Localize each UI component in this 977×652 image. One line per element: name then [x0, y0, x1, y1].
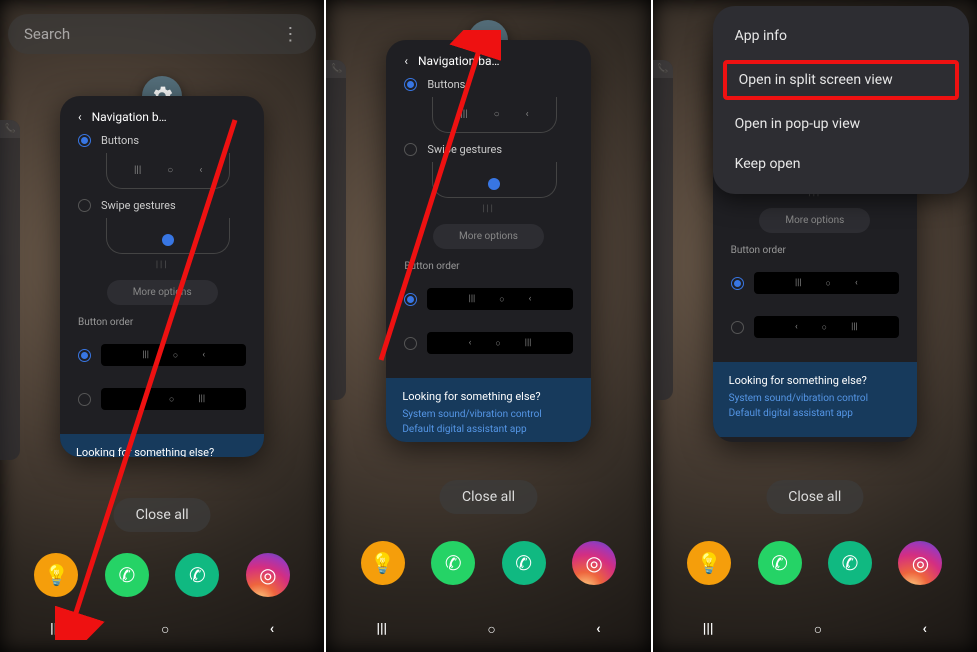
- link-sound-vibration[interactable]: System sound/vibration control: [402, 409, 574, 420]
- close-all-button[interactable]: Close all: [114, 498, 211, 532]
- suggestions-panel: Looking for something else? System sound…: [386, 378, 590, 442]
- menu-keep-open[interactable]: Keep open: [713, 144, 969, 184]
- sliver-statusbar: ⋮ 📞: [651, 60, 673, 78]
- instagram-icon[interactable]: ◎: [246, 553, 290, 597]
- option-swipe[interactable]: Swipe gestures: [78, 199, 246, 212]
- option-buttons[interactable]: Buttons: [78, 134, 246, 147]
- app-dock: 💡 ✆ ✆ ◎: [326, 538, 650, 588]
- menu-app-info[interactable]: App info: [713, 16, 969, 56]
- suggestions-panel: Looking for something else? System sound…: [713, 362, 917, 437]
- radio-on-icon: [731, 277, 744, 290]
- whatsapp-icon[interactable]: ✆: [758, 541, 802, 585]
- order-option-1[interactable]: |||○‹: [404, 282, 572, 316]
- order-option-2[interactable]: ‹○|||: [404, 326, 572, 360]
- gesture-handle-preview: |||: [78, 260, 246, 270]
- radio-off-icon: [404, 143, 417, 156]
- recents-key[interactable]: |||: [50, 621, 61, 637]
- more-options-button[interactable]: More options: [433, 224, 544, 249]
- order-option-2[interactable]: ‹○|||: [78, 382, 246, 416]
- home-key[interactable]: ○: [161, 621, 169, 638]
- option-buttons[interactable]: Buttons: [404, 78, 572, 91]
- suggestions-panel: Looking for something else? System sound…: [60, 434, 264, 457]
- phone-icon[interactable]: ✆: [828, 541, 872, 585]
- gesture-handle-preview: |||: [404, 204, 572, 214]
- radio-on-icon: [78, 134, 91, 147]
- whatsapp-icon[interactable]: ✆: [105, 553, 149, 597]
- button-order-label: Button order: [731, 245, 899, 256]
- app-context-menu[interactable]: App info Open in split screen view Open …: [713, 6, 969, 194]
- close-all-button[interactable]: Close all: [440, 480, 537, 514]
- phone-icon[interactable]: ✆: [502, 541, 546, 585]
- radio-on-icon: [404, 78, 417, 91]
- option-swipe[interactable]: Swipe gestures: [404, 143, 572, 156]
- radio-on-icon: [78, 349, 91, 362]
- screenshot-step-2: ⋮ 📞 ‹ Navigation ba… Buttons |||○‹ Swipe…: [324, 0, 650, 652]
- radio-off-icon: [731, 321, 744, 334]
- more-options-button[interactable]: More options: [759, 208, 870, 233]
- close-all-button[interactable]: Close all: [766, 480, 863, 514]
- screenshot-step-3: ⋮ 📞 ||| More options Button order |||○‹ …: [651, 0, 977, 652]
- radio-on-icon: [404, 293, 417, 306]
- screenshot-step-1: ⋮ 📞 Search ⋮ ‹ Navigation b… Buttons |||…: [0, 0, 324, 652]
- card-header: ‹ Navigation b…: [78, 110, 246, 124]
- tips-app-icon[interactable]: 💡: [34, 553, 78, 597]
- system-nav-bar[interactable]: ||| ○ ‹: [326, 618, 650, 640]
- order-option-1[interactable]: |||○‹: [78, 338, 246, 372]
- link-sound-vibration[interactable]: System sound/vibration control: [729, 393, 901, 404]
- search-placeholder: Search: [24, 25, 70, 43]
- system-nav-bar[interactable]: ||| ○ ‹: [653, 618, 977, 640]
- link-digital-assistant[interactable]: Default digital assistant app: [402, 424, 574, 435]
- app-dock: 💡 ✆ ✆ ◎: [653, 538, 977, 588]
- tips-app-icon[interactable]: 💡: [361, 541, 405, 585]
- nav-preview-buttons: |||○‹: [106, 153, 230, 189]
- more-options-button[interactable]: More options: [107, 280, 218, 305]
- adjacent-app-sliver[interactable]: ⋮ 📞: [0, 120, 20, 460]
- system-nav-bar[interactable]: ||| ○ ‹: [0, 618, 324, 640]
- recents-app-card-settings[interactable]: ‹ Navigation b… Buttons |||○‹ Swipe gest…: [60, 96, 264, 457]
- recents-app-card-settings[interactable]: ‹ Navigation ba… Buttons |||○‹ Swipe ges…: [386, 40, 590, 442]
- recents-search-bar[interactable]: Search ⋮: [8, 14, 316, 54]
- adjacent-app-sliver[interactable]: ⋮ 📞: [324, 60, 346, 400]
- adjacent-app-sliver[interactable]: ⋮ 📞: [651, 60, 673, 400]
- radio-off-icon: [404, 337, 417, 350]
- home-key[interactable]: ○: [487, 621, 495, 638]
- back-icon[interactable]: ‹: [78, 110, 82, 124]
- back-key[interactable]: ‹: [596, 621, 600, 637]
- whatsapp-icon[interactable]: ✆: [431, 541, 475, 585]
- back-key[interactable]: ‹: [270, 621, 274, 637]
- order-option-2[interactable]: ‹○|||: [731, 310, 899, 344]
- button-order-label: Button order: [78, 317, 246, 328]
- radio-off-icon: [78, 199, 91, 212]
- sliver-statusbar: ⋮ 📞: [324, 60, 346, 78]
- menu-popup-view[interactable]: Open in pop-up view: [713, 104, 969, 144]
- recents-key[interactable]: |||: [703, 621, 714, 637]
- back-icon[interactable]: ‹: [404, 54, 408, 68]
- nav-preview-swipe: [432, 162, 556, 198]
- button-order-label: Button order: [404, 261, 572, 272]
- instagram-icon[interactable]: ◎: [572, 541, 616, 585]
- home-key[interactable]: ○: [814, 621, 822, 638]
- order-option-1[interactable]: |||○‹: [731, 266, 899, 300]
- instagram-icon[interactable]: ◎: [898, 541, 942, 585]
- nav-preview-swipe: [106, 218, 230, 254]
- link-digital-assistant[interactable]: Default digital assistant app: [729, 408, 901, 419]
- app-dock: 💡 ✆ ✆ ◎: [0, 550, 324, 600]
- card-header: ‹ Navigation ba…: [404, 54, 572, 68]
- search-more-icon[interactable]: ⋮: [281, 24, 300, 45]
- back-key[interactable]: ‹: [922, 621, 926, 637]
- recents-key[interactable]: |||: [376, 621, 387, 637]
- tips-app-icon[interactable]: 💡: [687, 541, 731, 585]
- menu-split-screen[interactable]: Open in split screen view: [723, 60, 959, 100]
- phone-icon[interactable]: ✆: [175, 553, 219, 597]
- radio-off-icon: [78, 393, 91, 406]
- sliver-statusbar: ⋮ 📞: [0, 120, 20, 138]
- nav-preview-buttons: |||○‹: [432, 97, 556, 133]
